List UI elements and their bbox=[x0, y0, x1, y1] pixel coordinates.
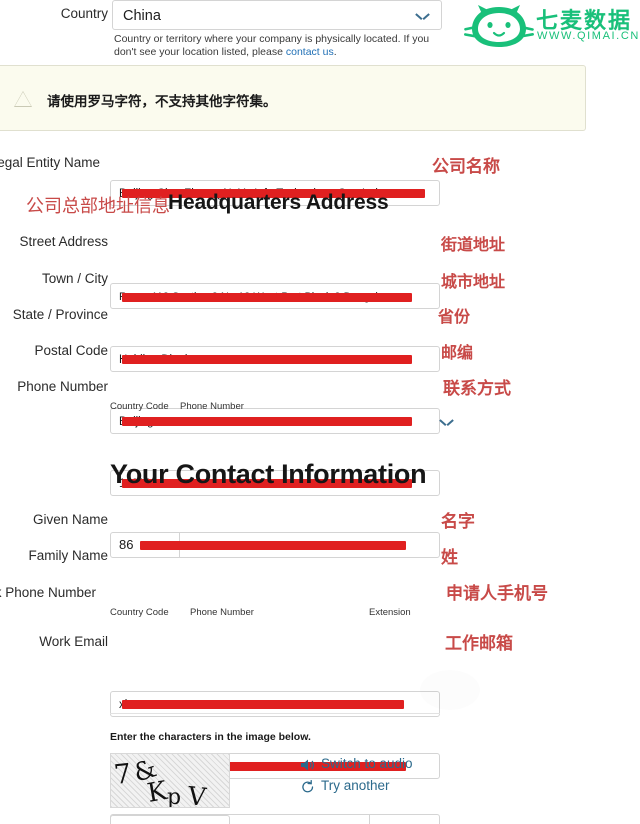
work-phone-divider-2 bbox=[369, 815, 370, 824]
country-help-text: Country or territory where your company … bbox=[114, 33, 444, 59]
captcha-prompt: Enter the characters in the image below. bbox=[110, 731, 311, 743]
svg-text:p: p bbox=[167, 785, 181, 807]
brand-url: WWW.QIMAI.CN bbox=[537, 30, 640, 42]
work-email-annotation: 工作邮箱 bbox=[445, 634, 513, 654]
signup-form-page: 七麦数据 WWW.QIMAI.CN Country China Country … bbox=[0, 0, 640, 824]
cat-face-icon bbox=[464, 5, 534, 47]
contact-us-link[interactable]: contact us bbox=[286, 46, 334, 58]
captcha-input[interactable] bbox=[110, 815, 230, 824]
svg-text:7: 7 bbox=[112, 758, 132, 791]
country-help-suffix: . bbox=[333, 46, 337, 58]
country-value: China bbox=[123, 8, 161, 24]
warning-triangle-icon bbox=[14, 91, 32, 107]
hq-phone-number-label: Phone Number bbox=[17, 379, 108, 394]
headquarters-annotation: 公司总部地址信息 bbox=[26, 196, 170, 217]
town-city-annotation: 城市地址 bbox=[441, 272, 506, 291]
chevron-down-icon bbox=[416, 10, 429, 23]
refresh-icon bbox=[302, 780, 314, 793]
redaction-bar bbox=[122, 700, 404, 709]
given-name-label: Given Name bbox=[32, 512, 108, 527]
work-phone-number-label: Work Phone Number bbox=[0, 585, 96, 600]
state-province-annotation: 省份 bbox=[438, 307, 471, 326]
work-phone-extension-caption: Extension bbox=[369, 607, 411, 618]
state-province-label: State / Province bbox=[12, 307, 108, 322]
street-address-label: Street Address bbox=[19, 234, 108, 249]
legal-entity-label-wrap: Legal Entity Name bbox=[0, 155, 100, 171]
switch-to-audio-link[interactable]: Switch to audio bbox=[321, 756, 413, 771]
town-city-label-wrap: Town / City bbox=[0, 271, 108, 287]
redaction-bar bbox=[122, 355, 412, 364]
hq-phone-annotation: 联系方式 bbox=[443, 379, 511, 399]
given-name-label-wrap: Given Name bbox=[0, 512, 108, 528]
work-phone-number-caption: Phone Number bbox=[190, 607, 254, 618]
country-select[interactable]: China bbox=[112, 0, 442, 30]
roman-characters-warning: 请使用罗马字符，不支持其他字符集。 bbox=[0, 65, 586, 131]
try-another-link[interactable]: Try another bbox=[321, 778, 390, 793]
state-province-label-wrap: State / Province bbox=[0, 307, 108, 323]
chevron-down-icon bbox=[440, 416, 453, 429]
hq-phone-label-wrap: Phone Number bbox=[0, 379, 108, 395]
watermark-ghost bbox=[420, 670, 480, 710]
speaker-icon bbox=[301, 759, 315, 771]
hq-phone-row: 86 bbox=[110, 532, 440, 558]
family-name-label-wrap: Family Name bbox=[0, 548, 108, 564]
family-name-label: Family Name bbox=[28, 548, 108, 563]
qimai-logo: 七麦数据 WWW.QIMAI.CN bbox=[464, 2, 638, 50]
work-email-label-wrap: Work Email bbox=[0, 634, 108, 650]
captcha-image: 7 & K p V bbox=[110, 753, 230, 808]
headquarters-heading: Headquarters Address bbox=[168, 191, 389, 214]
work-phone-annotation: 申请人手机号 bbox=[446, 584, 548, 604]
contact-information-heading: Your Contact Information bbox=[110, 459, 427, 489]
street-address-annotation: 街道地址 bbox=[441, 235, 506, 254]
warning-text: 请使用罗马字符，不支持其他字符集。 bbox=[47, 94, 277, 110]
work-phone-label-wrap: Work Phone Number bbox=[0, 585, 96, 601]
street-address-label-wrap: Street Address bbox=[0, 234, 108, 250]
country-label: Country bbox=[60, 6, 108, 21]
hq-phone-country-code-caption: Country Code bbox=[110, 401, 169, 412]
family-name-annotation: 姓 bbox=[441, 548, 458, 568]
redaction-bar bbox=[122, 417, 412, 426]
legal-entity-name-annotation: 公司名称 bbox=[432, 157, 500, 177]
postal-code-annotation: 邮编 bbox=[441, 343, 474, 362]
postal-code-label-wrap: Postal Code bbox=[0, 343, 108, 359]
redaction-bar bbox=[122, 293, 412, 302]
redaction-bar bbox=[140, 541, 406, 550]
hq-phone-country-code: 86 bbox=[119, 537, 134, 552]
country-help-prefix: Country or territory where your company … bbox=[114, 33, 430, 58]
town-city-label: Town / City bbox=[41, 271, 108, 286]
legal-entity-name-label: Legal Entity Name bbox=[0, 155, 100, 170]
svg-text:V: V bbox=[185, 781, 208, 807]
section-divider bbox=[110, 713, 440, 714]
captcha-characters-glyphs: 7 & K p V bbox=[112, 754, 208, 807]
given-name-annotation: 名字 bbox=[441, 512, 475, 532]
hq-phone-number-caption: Phone Number bbox=[180, 401, 244, 412]
country-label-wrap: Country bbox=[0, 6, 108, 22]
street-address-input[interactable]: Room 113 Section 2 No 18 West Part Block… bbox=[110, 283, 440, 309]
town-city-input[interactable]: Haidian District bbox=[110, 346, 440, 372]
work-email-label: Work Email bbox=[39, 634, 108, 649]
postal-code-label: Postal Code bbox=[34, 343, 108, 358]
work-phone-country-code-caption: Country Code bbox=[110, 607, 169, 618]
